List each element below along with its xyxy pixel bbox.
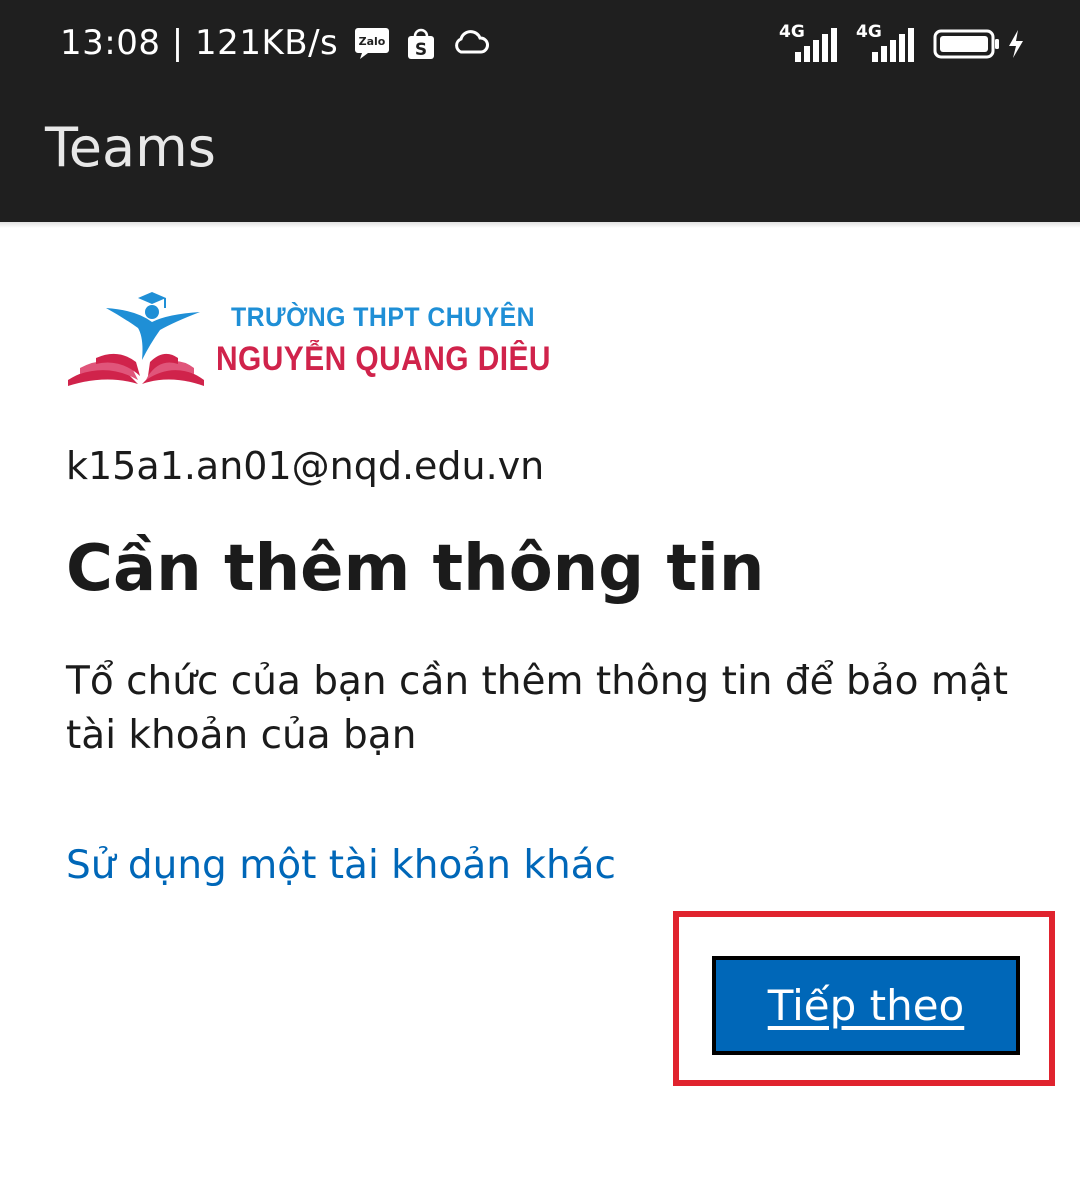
logo-line2: NGUYỄN QUANG DIÊU bbox=[216, 340, 551, 378]
next-button[interactable]: Tiếp theo bbox=[712, 956, 1020, 1055]
status-bar: 13:08 | 121KB/s Zalo S 4G 4G bbox=[0, 0, 1080, 86]
school-logo: TRƯỜNG THPT CHUYÊN NGUYỄN QUANG DIÊU bbox=[66, 288, 551, 393]
logo-line1: TRƯỜNG THPT CHUYÊN bbox=[231, 302, 536, 332]
lightning-icon bbox=[1007, 26, 1025, 62]
use-other-account-link[interactable]: Sử dụng một tài khoản khác bbox=[66, 843, 616, 888]
school-emblem-icon bbox=[68, 292, 204, 386]
sim2-signal-icon: 4G bbox=[856, 22, 917, 62]
sim2-network-label: 4G bbox=[856, 22, 882, 42]
sim1-signal-icon: 4G bbox=[779, 22, 840, 62]
status-left: 13:08 | 121KB/s Zalo S bbox=[60, 20, 490, 66]
page-title: Cần thêm thông tin bbox=[66, 532, 765, 606]
account-email: k15a1.an01@nqd.edu.vn bbox=[66, 444, 545, 488]
app-title: Teams bbox=[45, 116, 216, 179]
shopee-label: S bbox=[415, 40, 427, 60]
sim1-network-label: 4G bbox=[779, 22, 805, 42]
status-time-speed: 13:08 | 121KB/s bbox=[60, 23, 339, 63]
app-bar-shadow bbox=[0, 222, 1080, 228]
battery-full-icon bbox=[933, 26, 1003, 62]
cloud-icon bbox=[452, 30, 490, 56]
zalo-icon: Zalo bbox=[354, 26, 390, 60]
status-right: 4G 4G bbox=[779, 22, 1025, 62]
shopee-icon: S bbox=[406, 26, 436, 60]
page-description: Tổ chức của bạn cần thêm thông tin để bả… bbox=[66, 659, 1009, 758]
zalo-label: Zalo bbox=[359, 35, 386, 48]
app-bar: Teams bbox=[0, 86, 1080, 222]
